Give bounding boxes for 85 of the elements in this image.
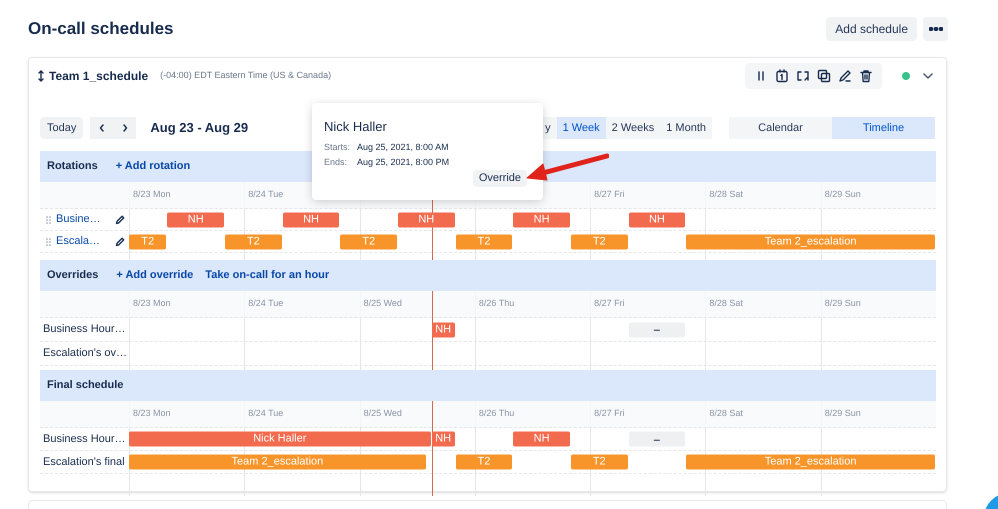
day-label: 8/26 Thu xyxy=(478,297,514,310)
add-schedule-button[interactable]: Add schedule xyxy=(826,17,917,41)
shift-bar[interactable]: T2 xyxy=(570,454,628,470)
shift-bar[interactable]: T2 xyxy=(456,234,512,249)
drag-handle-icon[interactable] xyxy=(46,238,51,246)
pencil-icon[interactable] xyxy=(115,214,125,224)
calendar-day-icon[interactable] xyxy=(775,69,789,83)
day-label: 8/26 Thu xyxy=(478,407,514,420)
date-range-title: Aug 23 - Aug 29 xyxy=(150,119,248,138)
previous-button[interactable] xyxy=(90,117,114,139)
row-label: Escalation's ov… xyxy=(43,346,128,362)
shift-bar[interactable]: NH xyxy=(628,212,686,227)
rotation-link[interactable]: Busine… xyxy=(56,211,101,228)
range-tab[interactable]: 2 Weeks xyxy=(606,117,660,139)
range-tab[interactable]: 1 Week xyxy=(556,117,606,139)
day-label: 8/24 Tue xyxy=(248,297,284,310)
more-button[interactable] xyxy=(923,17,948,41)
row-label: Business Hour… xyxy=(43,432,126,447)
more-icon xyxy=(928,27,942,31)
section-action-link[interactable]: Take on-call for an hour xyxy=(205,267,330,284)
pencil-icon[interactable] xyxy=(115,236,125,246)
shift-bar[interactable]: T2 xyxy=(340,234,397,249)
field-value: Aug 25, 2021, 8:00 AM xyxy=(357,141,449,154)
day-label: 8/28 Sat xyxy=(709,188,743,202)
day-label: 8/24 Tue xyxy=(248,188,284,202)
shift-bar[interactable]: NH xyxy=(167,212,224,227)
view-tab[interactable]: Timeline xyxy=(832,117,935,139)
section-action-link[interactable]: + Add rotation xyxy=(116,158,190,175)
shift-bar[interactable]: NH xyxy=(398,212,455,227)
day-label: 8/29 Sun xyxy=(824,407,861,420)
next-button[interactable] xyxy=(113,117,136,139)
day-label: 8/28 Sat xyxy=(709,297,743,310)
day-label: 8/27 Fri xyxy=(594,297,625,310)
shift-bar[interactable]: NH xyxy=(432,432,455,446)
day-label: 8/29 Sun xyxy=(824,188,861,202)
field-label: Ends: xyxy=(324,156,348,170)
section-action-link[interactable]: + Add override xyxy=(116,267,194,284)
day-label: 8/27 Fri xyxy=(594,188,625,202)
pencil-icon[interactable] xyxy=(838,69,852,83)
empty-shift-bar[interactable]: – xyxy=(628,432,686,446)
shift-bar[interactable]: T2 xyxy=(570,234,628,249)
today-button[interactable]: Today xyxy=(40,117,84,139)
chevron-left-icon xyxy=(98,124,105,132)
rotation-link[interactable]: Escala… xyxy=(56,233,100,250)
empty-shift-bar[interactable]: – xyxy=(628,322,686,337)
field-label: Starts: xyxy=(324,141,352,154)
shift-bar[interactable]: Team 2_escalation xyxy=(686,454,935,470)
row-label: Escalation's final xyxy=(43,454,125,470)
chevron-right-icon xyxy=(122,124,128,132)
day-label: 8/27 Fri xyxy=(594,407,625,420)
shift-bar[interactable]: T2 xyxy=(225,234,282,249)
schedule-name: Team 1_schedule xyxy=(49,68,148,85)
shift-bar[interactable]: NH xyxy=(513,212,570,227)
day-label: 8/25 Wed xyxy=(364,407,402,420)
shift-bar[interactable]: Team 2_escalation xyxy=(129,454,426,470)
shift-bar[interactable]: Nick Haller xyxy=(129,432,431,446)
shift-bar[interactable]: T2 xyxy=(129,234,166,249)
section-title: Final schedule xyxy=(47,378,124,394)
copy-icon[interactable] xyxy=(817,69,831,83)
day-label: 8/29 Sun xyxy=(824,297,861,310)
chevron-down-icon[interactable] xyxy=(922,72,934,80)
day-label: 8/24 Tue xyxy=(248,407,284,420)
row-label: Business Hour… xyxy=(43,322,126,338)
page-title: On-call schedules xyxy=(28,18,174,40)
day-label: 8/23 Mon xyxy=(133,297,171,310)
field-value: Aug 25, 2021, 8:00 PM xyxy=(357,156,450,170)
shift-bar[interactable]: T2 xyxy=(456,454,512,470)
day-label: 8/25 Wed xyxy=(364,297,402,310)
shift-bar[interactable]: NH xyxy=(513,432,570,446)
timezone-text: (-04:00) EDT Eastern Time (US & Canada) xyxy=(160,69,332,82)
day-label: 8/23 Mon xyxy=(133,407,171,420)
shift-bar[interactable]: NH xyxy=(282,212,340,227)
day-label: 8/23 Mon xyxy=(133,188,171,202)
day-label: 8/28 Sat xyxy=(709,407,743,420)
shift-bar[interactable]: Team 2_escalation xyxy=(686,234,935,249)
range-tab[interactable]: 1 Month xyxy=(660,117,712,139)
override-button[interactable]: Override xyxy=(472,170,527,187)
section-title: Rotations xyxy=(47,159,98,174)
shift-bar[interactable]: NH xyxy=(432,322,455,337)
sort-icon xyxy=(37,70,45,82)
trash-icon[interactable] xyxy=(859,69,873,83)
section-title: Overrides xyxy=(47,268,98,284)
view-tab[interactable]: Calendar xyxy=(729,117,832,139)
popover-title: Nick Haller xyxy=(324,118,388,136)
drag-handle-icon[interactable] xyxy=(46,216,51,224)
